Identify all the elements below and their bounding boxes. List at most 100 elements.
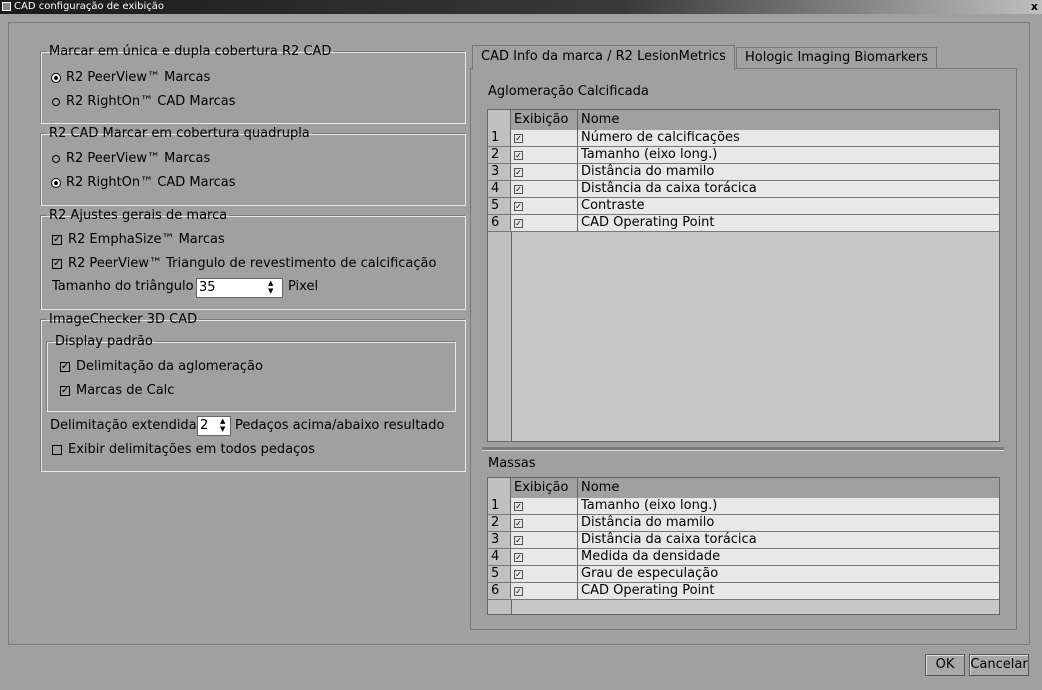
row-number: 1 — [488, 498, 511, 515]
table-row[interactable]: 2 ✓ Tamanho (eixo long.) — [488, 147, 999, 164]
table-header: Exibição Nome — [488, 110, 999, 131]
spinner-down-icon[interactable]: ▼ — [268, 287, 273, 295]
group-legend: Marcar em única e dupla cobertura R2 CAD — [49, 44, 332, 59]
radio-righton-single[interactable]: R2 RightOn™ CAD Marcas — [52, 94, 236, 109]
mass-table: Exibição Nome 1 ✓ Tamanho (eixo long.) 2… — [487, 477, 1000, 615]
row-name: Distância da caixa torácica — [578, 181, 999, 198]
triangle-size-text: Tamanho do triângulo — [52, 279, 194, 294]
extended-slices-spinner[interactable]: ▲ ▼ — [220, 417, 225, 433]
table-header: Exibição Nome — [488, 478, 999, 499]
row-checkbox[interactable]: ✓ — [514, 569, 523, 579]
radio-indicator[interactable] — [52, 154, 60, 163]
table-row[interactable]: 5 ✓ Grau de especulação — [488, 566, 999, 583]
tab-label: CAD Info da marca / R2 LesionMetrics — [481, 49, 726, 64]
header-name[interactable]: Nome — [578, 478, 999, 498]
row-name: Contraste — [578, 198, 999, 215]
row-checkbox[interactable]: ✓ — [514, 133, 523, 143]
row-display-cell[interactable]: ✓ — [511, 215, 578, 232]
tab-cad-info[interactable]: CAD Info da marca / R2 LesionMetrics — [472, 45, 735, 70]
triangle-unit: Pixel — [288, 279, 318, 294]
row-checkbox[interactable]: ✓ — [514, 586, 523, 596]
extended-suffix: Pedaços acima/abaixo resultado — [235, 418, 444, 433]
row-number: 4 — [488, 181, 511, 198]
table-row[interactable]: 1 ✓ Tamanho (eixo long.) — [488, 498, 999, 515]
row-checkbox[interactable]: ✓ — [514, 501, 523, 511]
group-legend: R2 Ajustes gerais de marca — [49, 208, 228, 223]
checkbox-box[interactable]: ✓ — [52, 258, 62, 269]
section-splitter[interactable] — [482, 447, 1004, 451]
checkbox-box[interactable]: ✓ — [60, 385, 70, 396]
all-slices-checkbox[interactable]: Exibir delimitações em todos pedaços — [52, 442, 315, 457]
table-row[interactable]: 4 ✓ Distância da caixa torácica — [488, 181, 999, 198]
row-display-cell[interactable]: ✓ — [511, 566, 578, 583]
row-number-gutter — [488, 232, 512, 441]
row-display-cell[interactable]: ✓ — [511, 583, 578, 600]
triangle-size-spinner[interactable]: ▲ ▼ — [268, 279, 273, 295]
cancel-button[interactable]: Cancelar — [969, 654, 1029, 676]
row-checkbox[interactable]: ✓ — [514, 218, 523, 228]
spinner-down-icon[interactable]: ▼ — [220, 425, 225, 433]
group-legend: R2 CAD Marcar em cobertura quadrupla — [49, 126, 310, 141]
table-row[interactable]: 3 ✓ Distância do mamilo — [488, 164, 999, 181]
table-row[interactable]: 4 ✓ Medida da densidade — [488, 549, 999, 566]
checkbox-box[interactable]: ✓ — [60, 361, 70, 372]
table-row[interactable]: 2 ✓ Distância do mamilo — [488, 515, 999, 532]
radio-indicator[interactable] — [52, 178, 60, 187]
radio-peerview-quad[interactable]: R2 PeerView™ Marcas — [52, 151, 210, 166]
table-row[interactable]: 6 ✓ CAD Operating Point — [488, 215, 999, 232]
row-display-cell[interactable]: ✓ — [511, 549, 578, 566]
radio-righton-quad[interactable]: R2 RightOn™ CAD Marcas — [52, 175, 236, 190]
row-display-cell[interactable]: ✓ — [511, 181, 578, 198]
row-checkbox[interactable]: ✓ — [514, 552, 523, 562]
spinner-up-icon[interactable]: ▲ — [220, 417, 225, 425]
header-display[interactable]: Exibição — [511, 110, 578, 130]
pixel-unit-label: Pixel — [288, 279, 319, 294]
radio-indicator[interactable] — [52, 97, 60, 106]
extended-slices-input[interactable]: 2 — [197, 416, 231, 436]
row-display-cell[interactable]: ✓ — [511, 498, 578, 515]
row-name: Distância da caixa torácica — [578, 532, 999, 549]
row-display-cell[interactable]: ✓ — [511, 147, 578, 164]
row-number-gutter — [488, 600, 512, 614]
table-row[interactable]: 5 ✓ Contraste — [488, 198, 999, 215]
row-name: Distância do mamilo — [578, 164, 999, 181]
emphasize-checkbox[interactable]: ✓ R2 EmphaSize™ Marcas — [52, 232, 225, 247]
header-name[interactable]: Nome — [578, 110, 999, 130]
checkbox-label: R2 EmphaSize™ Marcas — [68, 232, 225, 247]
ok-button[interactable]: OK — [925, 654, 965, 676]
checkbox-box[interactable] — [52, 444, 62, 455]
cluster-delimitation-checkbox[interactable]: ✓ Delimitação da aglomeração — [60, 359, 263, 374]
table-row[interactable]: 1 ✓ Número de calcificações — [488, 130, 999, 147]
spinner-up-icon[interactable]: ▲ — [268, 279, 273, 287]
extended-suffix-text: Pedaços acima/abaixo resultado — [235, 418, 445, 433]
triangle-overlay-checkbox[interactable]: ✓ R2 PeerView™ Triangulo de revestimento… — [52, 256, 436, 271]
row-checkbox[interactable]: ✓ — [514, 184, 523, 194]
row-number: 2 — [488, 147, 511, 164]
row-checkbox[interactable]: ✓ — [514, 518, 523, 528]
row-checkbox[interactable]: ✓ — [514, 535, 523, 545]
close-icon[interactable]: x — [1031, 0, 1038, 14]
row-name: Número de calcificações — [578, 130, 999, 147]
row-display-cell[interactable]: ✓ — [511, 198, 578, 215]
tab-hologic-biomarkers[interactable]: Hologic Imaging Biomarkers — [736, 47, 938, 69]
row-name: Tamanho (eixo long.) — [578, 147, 999, 164]
table-row[interactable]: 6 ✓ CAD Operating Point — [488, 583, 999, 600]
checkbox-label: R2 PeerView™ Triangulo de revestimento d… — [68, 256, 437, 271]
row-display-cell[interactable]: ✓ — [511, 515, 578, 532]
radio-indicator[interactable] — [52, 73, 60, 82]
row-checkbox[interactable]: ✓ — [514, 150, 523, 160]
row-display-cell[interactable]: ✓ — [511, 164, 578, 181]
quad-coverage-group: R2 CAD Marcar em cobertura quadrupla — [40, 126, 466, 206]
table-row[interactable]: 3 ✓ Distância da caixa torácica — [488, 532, 999, 549]
checkbox-box[interactable]: ✓ — [52, 234, 62, 245]
radio-label: R2 PeerView™ Marcas — [66, 70, 211, 85]
calc-marks-checkbox[interactable]: ✓ Marcas de Calc — [60, 383, 174, 398]
row-checkbox[interactable]: ✓ — [514, 167, 523, 177]
radio-peerview-single[interactable]: R2 PeerView™ Marcas — [52, 70, 210, 85]
row-display-cell[interactable]: ✓ — [511, 532, 578, 549]
header-display[interactable]: Exibição — [511, 478, 578, 498]
row-display-cell[interactable]: ✓ — [511, 130, 578, 147]
row-name: CAD Operating Point — [578, 215, 999, 232]
row-checkbox[interactable]: ✓ — [514, 201, 523, 211]
checkbox-label: Exibir delimitações em todos pedaços — [68, 442, 315, 457]
